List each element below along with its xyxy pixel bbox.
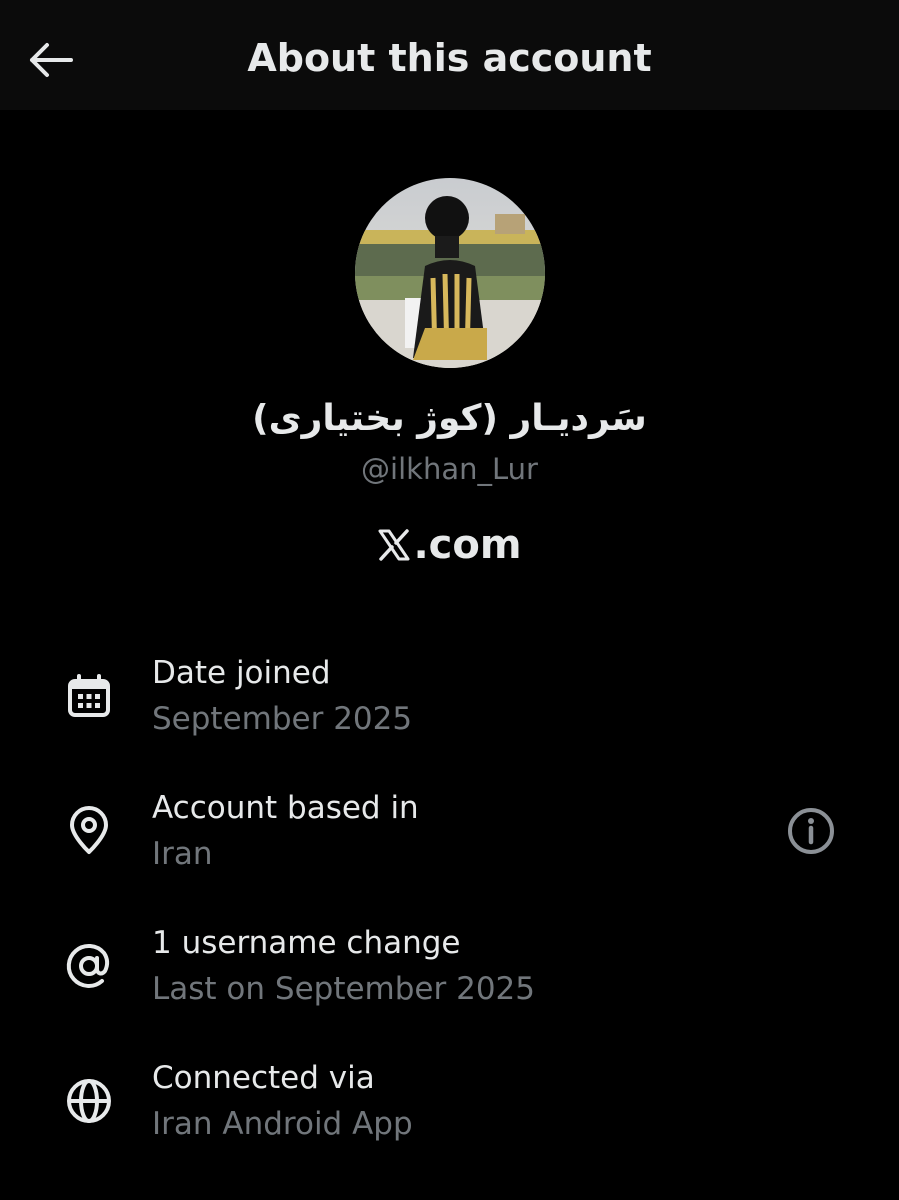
info-icon (788, 808, 834, 854)
detail-label: 1 username change (152, 925, 461, 961)
display-name: سَردیـار (کوژ بختیاری) (252, 398, 647, 439)
avatar (355, 178, 545, 368)
detail-value: Iran (152, 836, 213, 872)
page-title: About this account (247, 36, 652, 80)
domain-text: .com (413, 522, 522, 568)
detail-row-account-based-in: Account based in Iran (0, 790, 899, 900)
at-sign-icon (62, 939, 116, 993)
detail-row-connected-via: Connected via Iran Android App (0, 1060, 899, 1170)
domain-link[interactable]: .com (0, 522, 899, 568)
username-handle: @ilkhan_Lur (361, 452, 538, 486)
globe-icon (62, 1074, 116, 1128)
detail-row-date-joined: Date joined September 2025 (0, 655, 899, 765)
info-button[interactable] (784, 804, 838, 858)
top-bar: About this account (0, 0, 899, 110)
location-pin-icon (62, 804, 116, 858)
detail-row-username-change: 1 username change Last on September 2025 (0, 925, 899, 1035)
detail-value: Last on September 2025 (152, 971, 535, 1007)
detail-label: Connected via (152, 1060, 375, 1096)
calendar-icon (62, 669, 116, 723)
detail-value: Iran Android App (152, 1106, 413, 1142)
detail-label: Date joined (152, 655, 331, 691)
x-logo-icon (378, 529, 410, 561)
detail-label: Account based in (152, 790, 419, 826)
detail-value: September 2025 (152, 701, 413, 737)
